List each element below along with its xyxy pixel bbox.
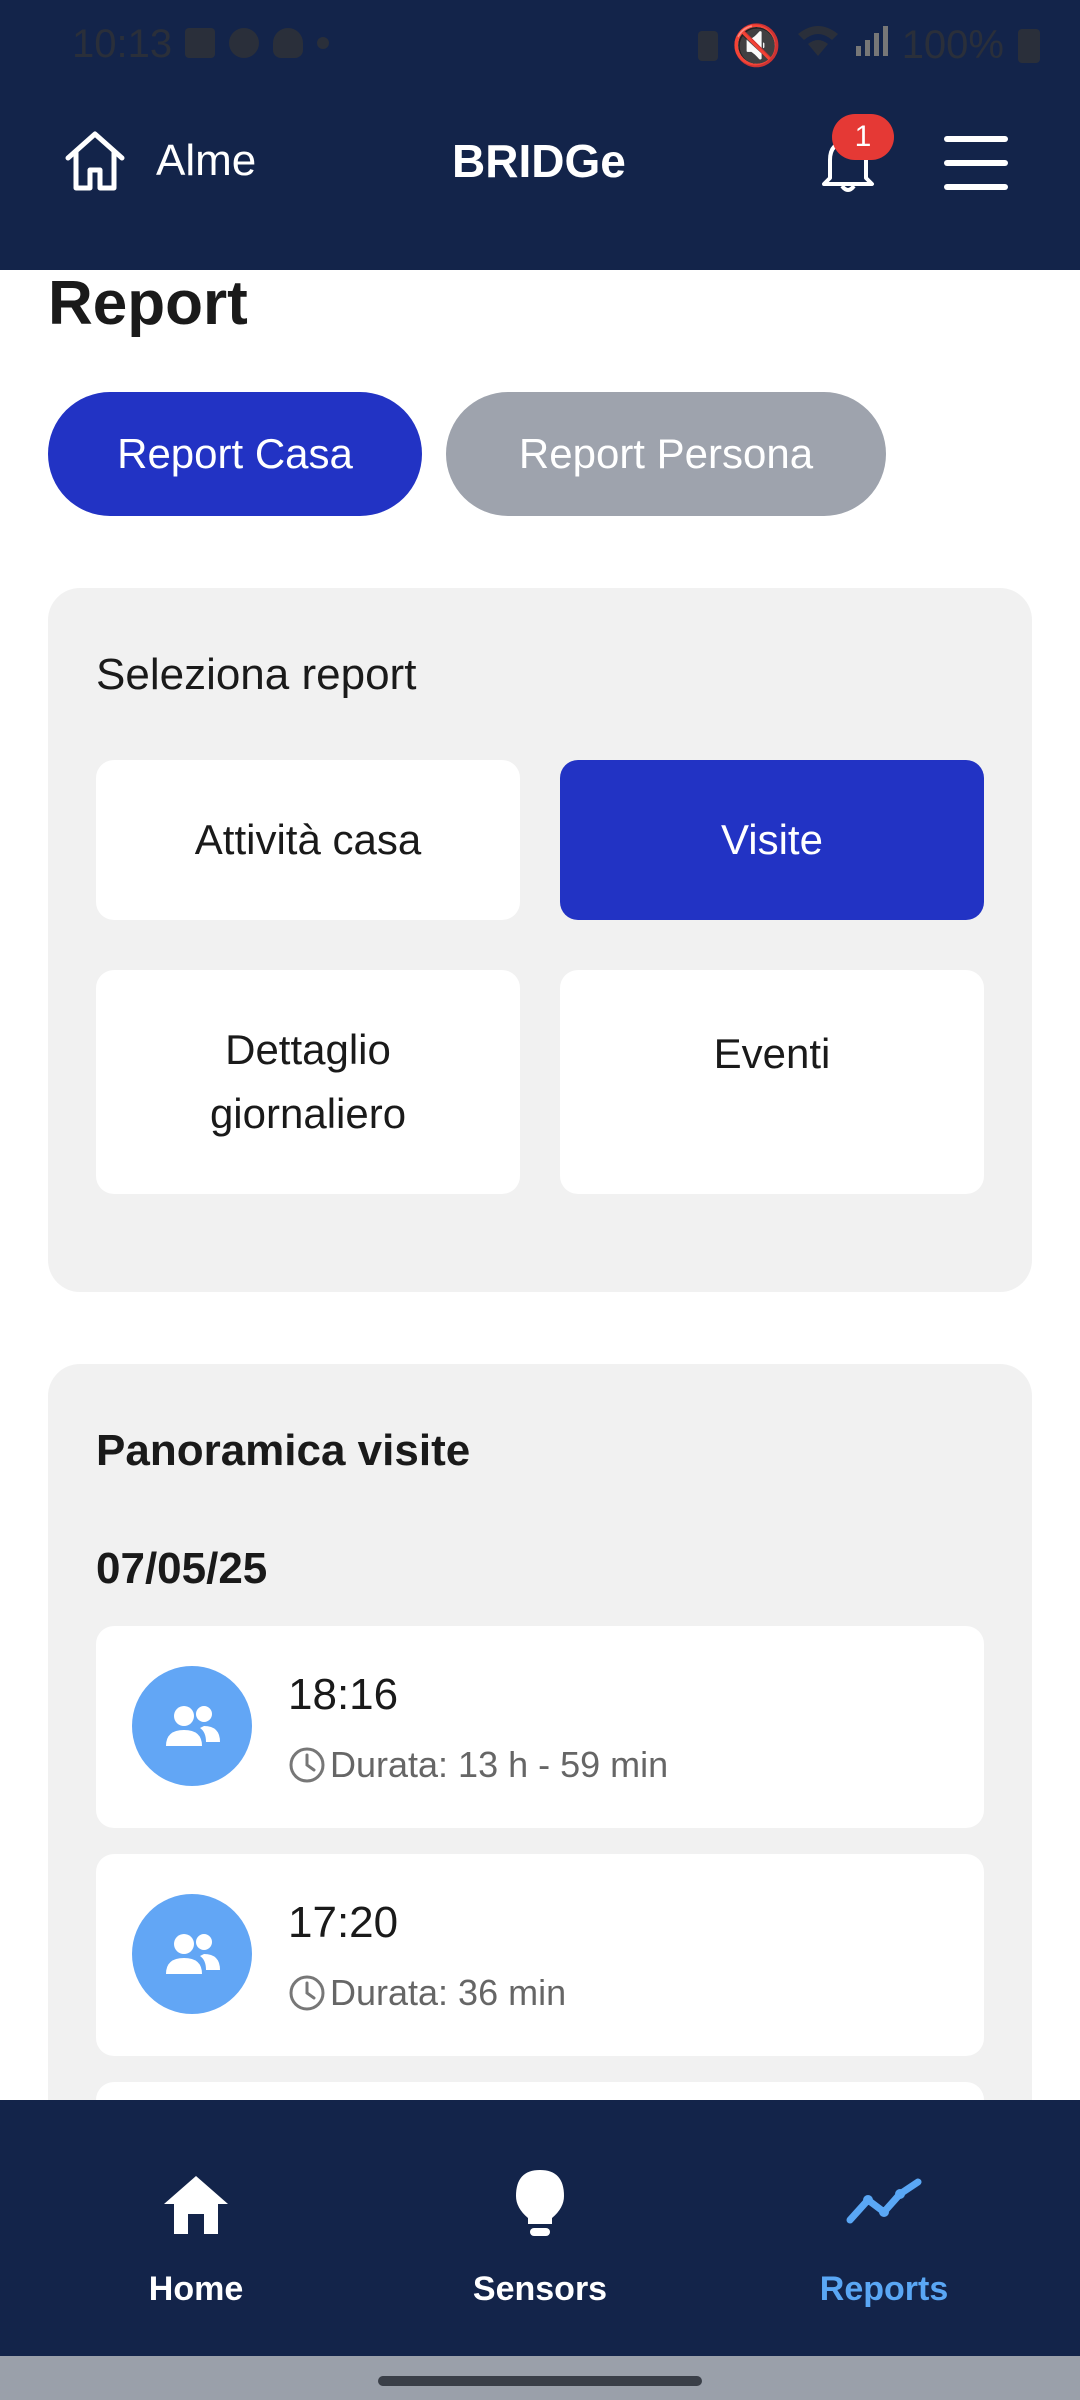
visits-overview-title: Panoramica visite	[96, 1426, 471, 1475]
nav-home-label: Home	[148, 2270, 244, 2308]
visit-item[interactable]: 17:20 Durata: 36 min	[96, 1854, 984, 2056]
gesture-handle[interactable]	[378, 2376, 702, 2386]
select-report-card: Seleziona report Attività casa Visite De…	[48, 588, 1032, 1292]
people-icon	[132, 1666, 252, 1786]
trend-line-icon	[846, 2178, 922, 2224]
home-outline-icon[interactable]	[62, 128, 128, 194]
clock-icon	[289, 1747, 325, 1783]
app-header: 10:13 🔇 100% Alme BRIDGe 1	[0, 0, 1080, 270]
bottom-navigation: Home Sensors Reports	[0, 2100, 1080, 2356]
visit-time: 18:16	[288, 1670, 399, 1719]
app-title: BRIDGe	[452, 135, 626, 187]
nav-home[interactable]: Home	[16, 2100, 376, 2356]
nav-sensors-label: Sensors	[472, 2270, 608, 2308]
clock-icon	[289, 1975, 325, 2011]
nav-sensors[interactable]: Sensors	[360, 2100, 720, 2356]
tab-report-persona[interactable]: Report Persona	[446, 392, 886, 516]
mute-icon: 🔇	[731, 24, 782, 68]
visits-date: 07/05/25	[96, 1544, 268, 1593]
location-name[interactable]: Alme	[156, 136, 256, 186]
signal-icon	[854, 23, 888, 68]
visit-time: 17:20	[288, 1898, 399, 1947]
visit-duration: Durata: 36 min	[330, 1972, 567, 2013]
notification-badge[interactable]: 1	[832, 114, 894, 160]
battery-icon	[1018, 28, 1040, 63]
battery-percent: 100%	[901, 23, 1004, 67]
option-visite[interactable]: Visite	[560, 760, 984, 920]
visit-duration-row: Durata: 36 min	[288, 1972, 566, 2014]
cloud-icon	[273, 28, 303, 58]
whatsapp-icon	[229, 28, 259, 58]
wifi-icon	[796, 23, 840, 68]
status-system-icons: 🔇 100%	[697, 22, 1040, 69]
visit-duration-row: Durata: 13 h - 59 min	[288, 1744, 668, 1786]
visits-overview-card: Panoramica visite 07/05/25 18:16 Durata:…	[48, 1364, 1032, 2284]
option-eventi[interactable]: Eventi	[560, 970, 984, 1194]
gallery-icon	[185, 28, 215, 58]
option-dettaglio-giornaliero[interactable]: Dettaglio giornaliero	[96, 970, 520, 1194]
lightbulb-icon	[516, 2170, 564, 2236]
battery-saver-icon	[697, 30, 718, 61]
nav-reports-label: Reports	[819, 2270, 949, 2308]
hamburger-menu-icon[interactable]	[944, 136, 1008, 190]
status-notification-icons	[185, 28, 329, 58]
tab-report-casa[interactable]: Report Casa	[48, 392, 422, 516]
nav-reports[interactable]: Reports	[704, 2100, 1064, 2356]
visit-item[interactable]: 18:16 Durata: 13 h - 59 min	[96, 1626, 984, 1828]
status-bar: 10:13 🔇 100%	[0, 0, 1080, 95]
home-icon	[164, 2176, 228, 2234]
select-report-title: Seleziona report	[96, 650, 417, 699]
option-attivita-casa[interactable]: Attività casa	[96, 760, 520, 920]
status-time: 10:13	[72, 22, 173, 66]
more-dot-icon	[317, 37, 329, 49]
visit-duration: Durata: 13 h - 59 min	[330, 1744, 669, 1785]
page-title: Report	[48, 269, 248, 338]
people-icon	[132, 1894, 252, 2014]
